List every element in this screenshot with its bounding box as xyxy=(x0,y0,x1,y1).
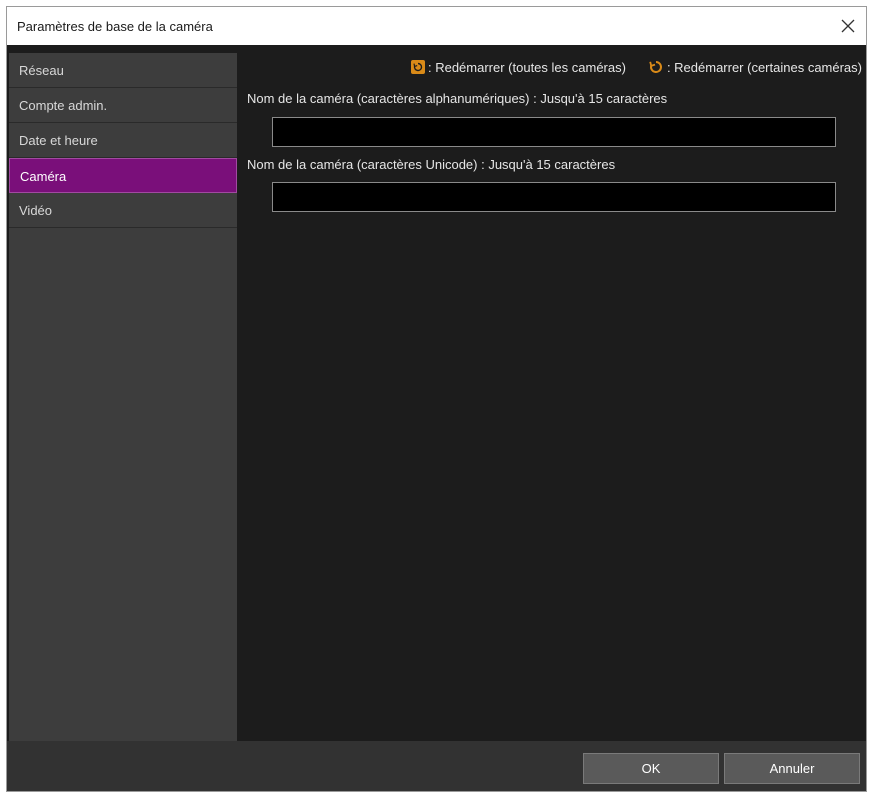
restart-some-label: : Redémarrer (certaines caméras) xyxy=(666,59,862,75)
camera-name-alphanumeric-input[interactable] xyxy=(272,117,836,147)
restart-legend: : Redémarrer (toutes les caméras) : Redé… xyxy=(410,59,862,75)
sidebar-item-camera[interactable]: Caméra xyxy=(9,158,237,193)
sidebar-item-date-heure[interactable]: Date et heure xyxy=(9,123,237,158)
close-icon[interactable] xyxy=(834,12,862,40)
restart-some-cameras-icon xyxy=(648,59,664,75)
restart-all-cameras-icon xyxy=(410,60,425,74)
ok-button[interactable]: OK xyxy=(583,753,719,784)
cancel-button[interactable]: Annuler xyxy=(724,753,860,784)
dialog-window: Paramètres de base de la caméra Réseau C… xyxy=(6,6,867,792)
sidebar-item-reseau[interactable]: Réseau xyxy=(9,53,237,88)
title-bar: Paramètres de base de la caméra xyxy=(7,7,866,45)
camera-name-unicode-label: Nom de la caméra (caractères Unicode) : … xyxy=(247,157,616,172)
window-title: Paramètres de base de la caméra xyxy=(17,19,213,34)
restart-all-label: : Redémarrer (toutes les caméras) xyxy=(427,59,626,75)
main-content: : Redémarrer (toutes les caméras) : Redé… xyxy=(247,53,862,743)
camera-name-unicode-input[interactable] xyxy=(272,182,836,212)
sidebar: Réseau Compte admin. Date et heure Camér… xyxy=(9,53,237,743)
sidebar-item-compte-admin[interactable]: Compte admin. xyxy=(9,88,237,123)
sidebar-item-video[interactable]: Vidéo xyxy=(9,193,237,228)
dialog-footer: OK Annuler xyxy=(7,741,866,791)
camera-name-alphanumeric-label: Nom de la caméra (caractères alphanuméri… xyxy=(247,91,668,106)
